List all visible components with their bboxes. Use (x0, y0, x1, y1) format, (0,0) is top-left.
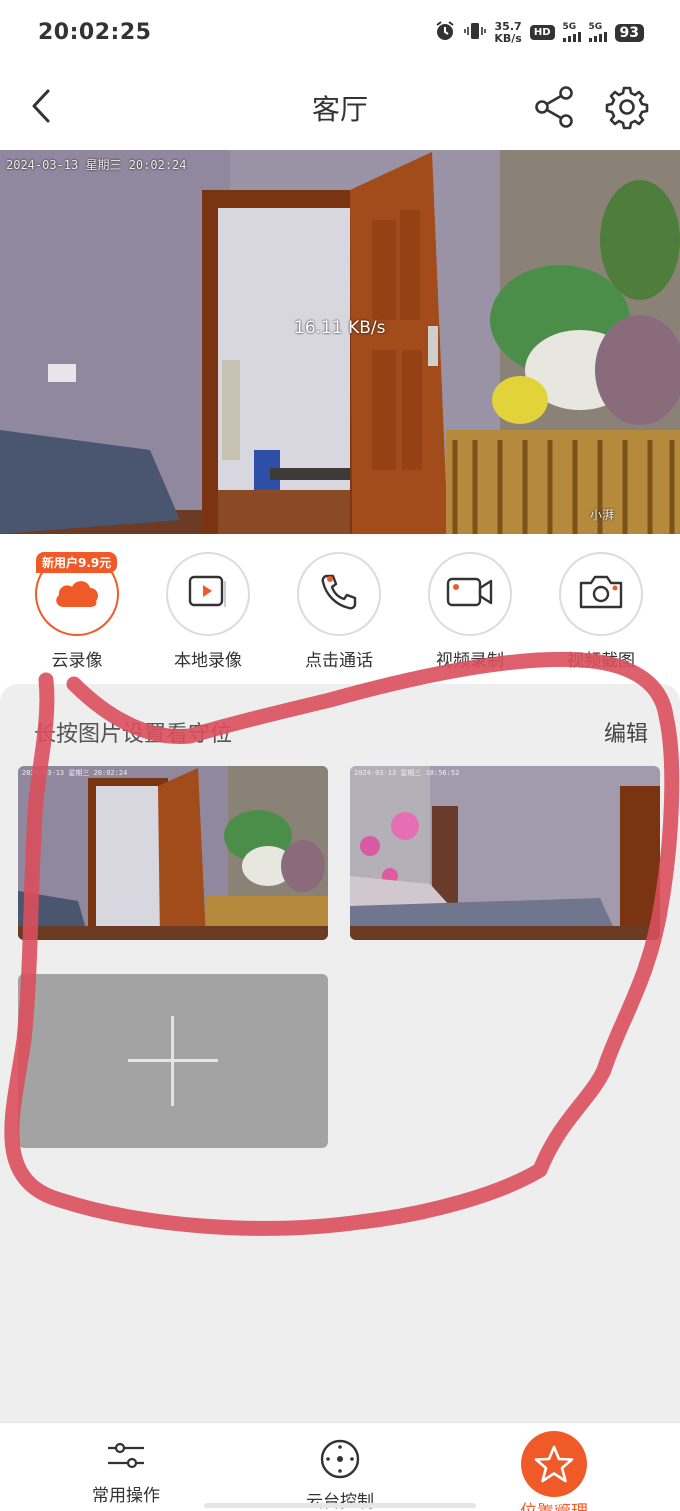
net-speed: 35.7 KB/s (494, 19, 522, 45)
call-circle (297, 552, 381, 636)
video-bitrate: 16.11 KB/s (294, 318, 386, 338)
preset-thumbnail[interactable]: 2024-03-13 星期三 20:02:24 (18, 766, 328, 940)
screenshot-label: 视频截图 (567, 651, 635, 671)
app-header: 客厅 (0, 70, 680, 150)
star-icon (521, 1431, 587, 1497)
nav-ptz-control[interactable]: 云台控制 (270, 1439, 410, 1511)
cloud-icon (52, 575, 102, 613)
live-video-frame (0, 150, 680, 534)
play-icon (188, 575, 228, 613)
net-speed-unit: KB/s (494, 31, 522, 45)
status-time: 20:02:25 (38, 20, 152, 45)
alarm-icon (434, 20, 456, 45)
edit-button[interactable]: 编辑 (604, 716, 648, 748)
quick-actions: 新用户9.9元 云录像 本地录像 点击通话 视频录制 视频截图 (0, 534, 680, 684)
status-bar: 20:02:25 35.7 KB/s HD 5G 5G 93 (0, 0, 680, 70)
sim1-label: 5G (562, 22, 577, 32)
video-record-button[interactable]: 视频录制 (415, 552, 525, 671)
call-button[interactable]: 点击通话 (284, 552, 394, 671)
signal-icon: 5G (588, 22, 607, 42)
preset-thumbnail[interactable]: 2024-03-13 星期三 18:56:52 (350, 766, 660, 940)
signal-icon: 5G (562, 22, 581, 42)
plus-icon (128, 1016, 218, 1106)
camera-icon (577, 573, 625, 615)
status-icons: 35.7 KB/s HD 5G 5G 93 (434, 20, 644, 45)
nav-common-ops[interactable]: 常用操作 (56, 1439, 196, 1506)
preset-thumbnail-image (18, 766, 328, 940)
local-record-circle (166, 552, 250, 636)
promo-badge: 新用户9.9元 (36, 552, 118, 573)
dpad-icon (319, 1439, 361, 1483)
cloud-record-label: 云录像 (51, 651, 103, 671)
nav-position-manage-label: 位置管理 (484, 1497, 624, 1511)
video-watermark: 小湃 (590, 508, 615, 522)
live-video[interactable]: 2024-03-13 星期三 20:02:24 16.11 KB/s 小湃 (0, 150, 680, 534)
call-label: 点击通话 (305, 651, 373, 671)
nav-position-manage[interactable]: 位置管理 (484, 1431, 624, 1511)
sim2-label: 5G (588, 22, 603, 32)
local-record-label: 本地录像 (174, 651, 242, 671)
screenshot-button[interactable]: 视频截图 (546, 552, 656, 671)
net-speed-value: 35.7 (494, 19, 522, 33)
gear-icon[interactable] (604, 84, 650, 130)
preset-thumbnail-timestamp: 2024-03-13 星期三 20:02:24 (22, 769, 128, 777)
bottom-nav: 常用操作 云台控制 位置管理 (0, 1422, 680, 1511)
phone-icon (319, 572, 359, 616)
video-record-circle (428, 552, 512, 636)
preset-thumbnail-timestamp: 2024-03-13 星期三 18:56:52 (354, 769, 460, 777)
share-icon[interactable] (532, 84, 578, 130)
preset-panel: 长按图片设置看守位 编辑 2024-03-13 星期三 20:02:24 202… (0, 684, 680, 1424)
screenshot-circle (559, 552, 643, 636)
video-timestamp: 2024-03-13 星期三 20:02:24 (6, 158, 187, 172)
sliders-icon (106, 1442, 146, 1477)
video-record-label: 视频录制 (436, 651, 504, 671)
video-camera-icon (446, 575, 494, 613)
preset-panel-title: 长按图片设置看守位 (34, 722, 233, 747)
nav-common-ops-label: 常用操作 (92, 1486, 160, 1506)
preset-thumbnail-image (350, 766, 660, 940)
hd-icon: HD (529, 25, 555, 40)
home-indicator[interactable] (204, 1503, 476, 1508)
local-record-button[interactable]: 本地录像 (153, 552, 263, 671)
vibrate-icon (464, 20, 487, 45)
battery-icon: 93 (614, 23, 644, 42)
add-preset-button[interactable] (18, 974, 328, 1148)
page-title: 客厅 (311, 93, 368, 126)
